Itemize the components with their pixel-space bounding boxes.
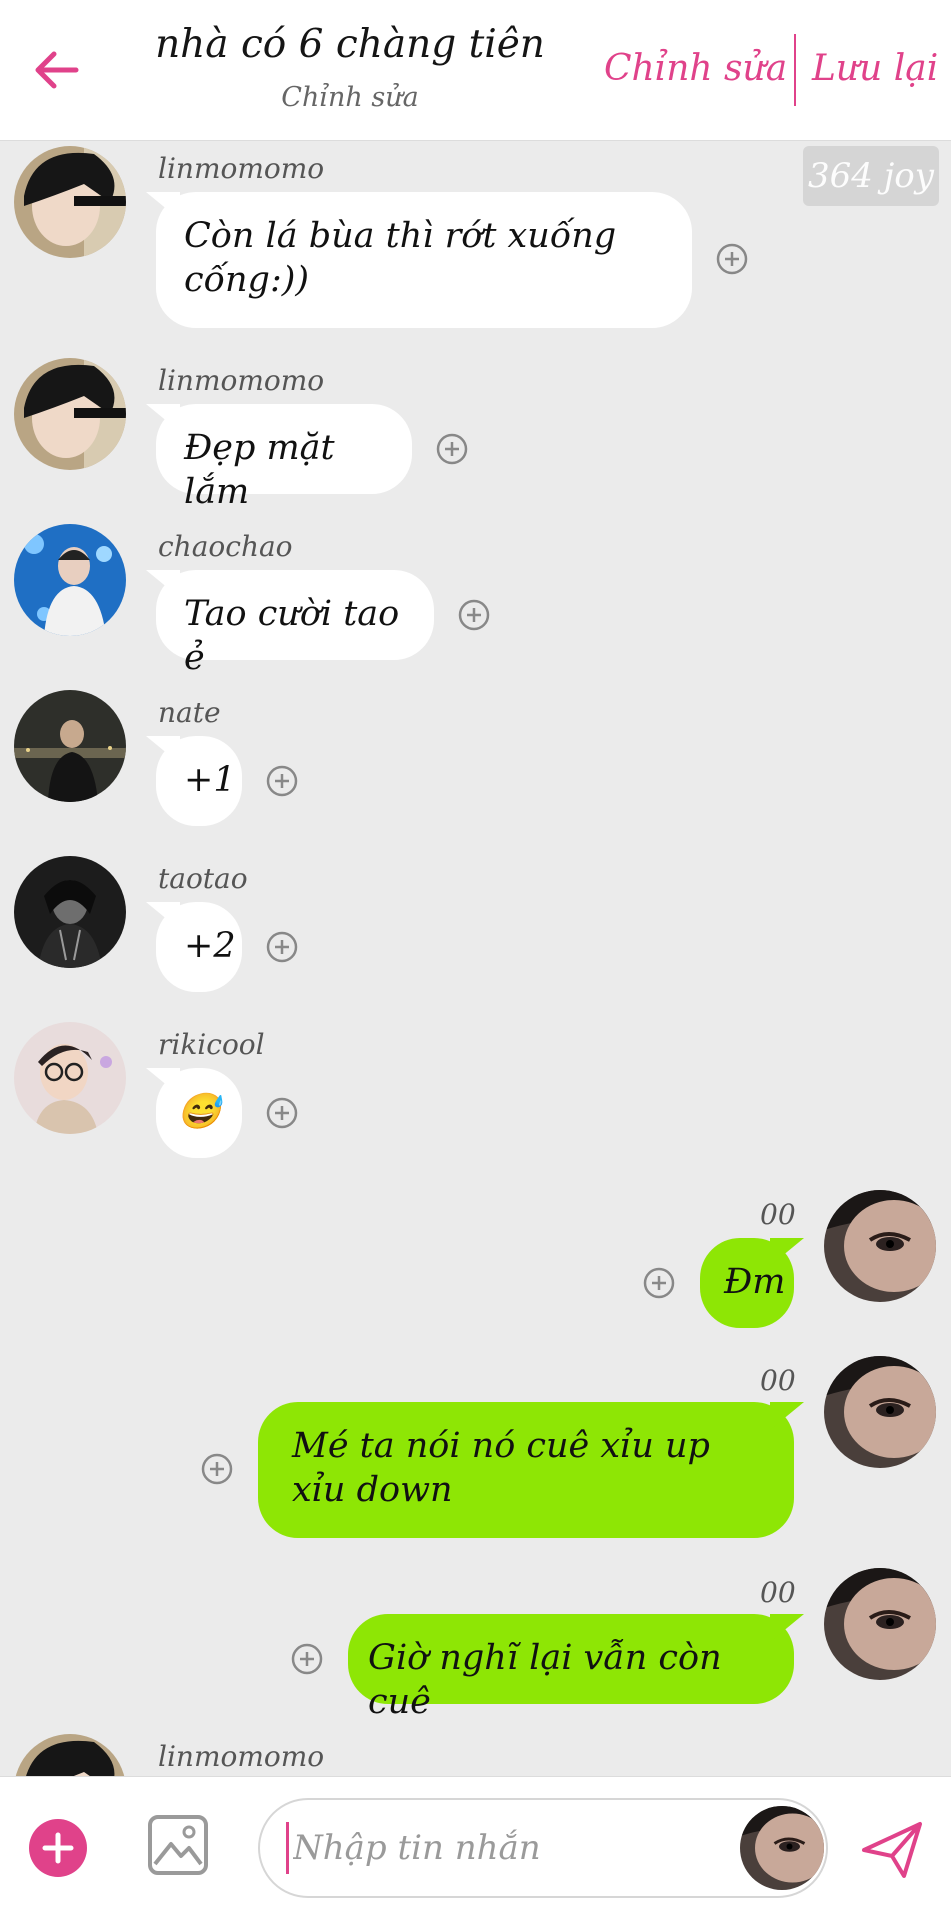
sender-name: nate [158,696,221,729]
image-icon[interactable] [147,1814,209,1876]
message-bubble[interactable]: Còn lá bùa thì rớt xuống cống:)) [156,192,692,328]
user-photo-icon [14,524,126,636]
sender-name: 00 [760,1198,796,1231]
sender-name: 00 [760,1364,796,1397]
message-bubble[interactable]: Giờ nghĩ lại vẫn còn cuê [348,1614,794,1722]
chat-title: nhà có 6 chàng tiên [155,22,545,67]
chat-header: nhà có 6 chàng tiên Chỉnh sửa Chỉnh sửa … [0,0,951,141]
user-photo-icon [740,1806,824,1890]
chat-subtitle[interactable]: Chỉnh sửa [150,82,550,113]
avatar[interactable] [14,1022,126,1134]
sender-name: taotao [158,862,248,895]
avatar[interactable] [824,1356,936,1468]
avatar[interactable] [740,1806,824,1890]
add-reaction-icon[interactable] [715,242,749,276]
edit-button[interactable]: Chỉnh sửa [604,48,787,89]
message-input[interactable] [286,1822,715,1874]
avatar[interactable] [14,690,126,802]
back-arrow-icon[interactable] [28,40,88,100]
send-icon[interactable] [860,1820,924,1880]
user-photo-icon [14,146,126,258]
add-reaction-icon[interactable] [290,1642,324,1676]
avatar[interactable] [14,524,126,636]
avatar[interactable] [824,1190,936,1302]
user-photo-icon [14,1022,126,1134]
sender-name: linmomomo [158,152,325,185]
sender-name: 00 [760,1576,796,1609]
user-photo-icon [824,1190,936,1302]
add-reaction-icon[interactable] [642,1266,676,1300]
message-bubble[interactable]: Đm [700,1238,794,1328]
sender-name: linmomomo [158,364,325,397]
user-photo-icon [14,856,126,968]
header-divider [794,34,796,106]
joy-counter-badge: 364 joy [803,146,939,206]
message-bubble[interactable]: Đẹp mặt lắm [156,404,412,512]
avatar[interactable] [14,856,126,968]
add-reaction-icon[interactable] [435,432,469,466]
user-photo-icon [14,358,126,470]
message-bubble[interactable]: Tao cười tao ẻ [156,570,434,678]
avatar[interactable] [14,358,126,470]
add-reaction-icon[interactable] [265,1096,299,1130]
sender-name: chaochao [158,530,293,563]
sender-name: linmomomo [158,1740,325,1773]
message-bubble[interactable]: +2 [156,902,242,992]
message-bubble[interactable]: 😅 [156,1068,242,1158]
avatar[interactable] [14,146,126,258]
user-photo-icon [14,690,126,802]
plus-circle-icon[interactable] [28,1818,88,1878]
add-reaction-icon[interactable] [265,764,299,798]
add-reaction-icon[interactable] [200,1452,234,1486]
avatar[interactable] [824,1568,936,1680]
user-photo-icon [824,1356,936,1468]
save-button[interactable]: Lưu lại [812,48,938,89]
message-bubble[interactable]: Mé ta nói nó cuê xỉu up xỉu down [258,1402,794,1538]
add-reaction-icon[interactable] [457,598,491,632]
message-bubble[interactable]: +1 [156,736,242,826]
user-photo-icon [824,1568,936,1680]
sender-name: rikicool [158,1028,265,1061]
add-reaction-icon[interactable] [265,930,299,964]
